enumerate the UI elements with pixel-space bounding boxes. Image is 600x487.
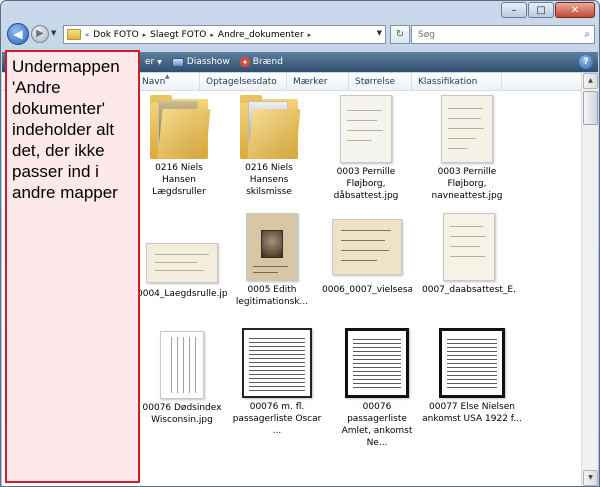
breadcrumb-separator[interactable]: ▸ [210, 31, 214, 39]
search-icon[interactable]: ⌕ [584, 29, 594, 40]
document-thumbnail [146, 243, 218, 283]
column-stoerrelse[interactable]: Størrelse [349, 73, 412, 91]
search-box[interactable]: ⌕ [411, 25, 595, 44]
file-name: 00076 passagerliste Amlet, ankomst Ne... [341, 402, 413, 448]
document-thumbnail [439, 328, 505, 398]
file-name: 00077 Else Nielsen ankomst USA 1922 f... [422, 402, 522, 424]
forward-arrow-icon[interactable]: ▶ [31, 25, 49, 43]
burn-button[interactable]: Brænd [239, 57, 283, 67]
file-item[interactable]: 0006_0007_vielsesat... [322, 213, 412, 296]
file-item[interactable]: 0004_Laegdsrulle.jpg [137, 233, 227, 300]
close-button[interactable]: ✕ [555, 2, 595, 18]
file-item[interactable]: 0005 Edith legitimationsk... [227, 213, 317, 308]
search-input[interactable] [416, 28, 566, 41]
file-item[interactable]: 0003 Pernille Fløjborg, dåbsattest.jpg [321, 95, 411, 202]
file-name: 0006_0007_vielsesat... [322, 285, 412, 295]
breadcrumb-andre-dokumenter[interactable]: Andre_dokumenter [218, 30, 304, 40]
document-thumbnail [441, 95, 493, 163]
file-name: 0216 Niels Hansen Lægdsruller [152, 163, 206, 197]
address-dropdown-icon[interactable]: ▼ [377, 29, 382, 37]
breadcrumb-slaegt-foto[interactable]: Slaegt FOTO [150, 30, 206, 40]
folder-icon [150, 95, 211, 159]
window-controls: – □ ✕ [500, 2, 595, 18]
minimize-button[interactable]: – [501, 2, 527, 18]
burn-icon [239, 57, 250, 67]
file-name: 0004_Laegdsrulle.jpg [137, 289, 227, 299]
document-thumbnail [345, 328, 409, 398]
document-thumbnail [443, 213, 495, 281]
file-item[interactable]: 0216 Niels Hansen Lægdsruller [137, 95, 221, 198]
scroll-up-icon[interactable]: ▲ [583, 73, 598, 89]
document-thumbnail [160, 331, 204, 399]
file-name: 0007_daabsattest_E... [422, 285, 516, 295]
document-thumbnail [246, 213, 298, 281]
breadcrumb-dok-foto[interactable]: Dok FOTO [93, 30, 138, 40]
file-name: 0005 Edith legitimationsk... [235, 285, 309, 307]
file-name: 0003 Pernille Fløjborg, navneattest.jpg [431, 167, 503, 201]
organize-label: er [145, 57, 155, 67]
column-optagelsesdato[interactable]: Optagelsesdato [200, 73, 287, 91]
document-thumbnail [340, 95, 392, 163]
file-name: 00076 m. fl. passagerliste Oscar ... [232, 402, 322, 436]
vertical-scrollbar[interactable]: ▲ ▼ [581, 73, 598, 486]
organize-menu[interactable]: er ▼ [145, 57, 162, 67]
portrait-photo [261, 230, 283, 258]
address-bar[interactable]: « Dok FOTO ▸ Slaegt FOTO ▸ Andre_dokumen… [63, 25, 386, 44]
folder-icon [67, 29, 81, 40]
breadcrumb-separator[interactable]: ▸ [143, 31, 147, 39]
breadcrumb-separator[interactable]: ▸ [308, 31, 312, 39]
file-item[interactable]: 0216 Niels Hansens skilsmisse [227, 95, 311, 198]
file-name: 00076 Dødsindex Wisconsin.jpg [142, 403, 222, 425]
slideshow-icon [171, 57, 184, 67]
navigation-bar: ◀ ▶ ▼ « Dok FOTO ▸ Slaegt FOTO ▸ Andre_d… [7, 23, 595, 47]
refresh-button[interactable]: ↻ [390, 25, 410, 44]
annotation-callout: Undermappen 'Andre dokumenter' indeholde… [5, 50, 140, 483]
file-item[interactable]: 0007_daabsattest_E... [422, 213, 516, 296]
column-maerker[interactable]: Mærker [287, 73, 349, 91]
file-name: 0003 Pernille Fløjborg, dåbsattest.jpg [333, 167, 399, 201]
burn-label: Brænd [252, 57, 283, 67]
scroll-thumb[interactable] [583, 91, 598, 125]
folder-icon [240, 95, 301, 159]
document-thumbnail [242, 328, 312, 398]
maximize-button[interactable]: □ [528, 2, 554, 18]
column-klassifikation[interactable]: Klassifikation [412, 73, 502, 91]
file-item[interactable]: 00076 passagerliste Amlet, ankomst Ne... [332, 328, 422, 449]
file-item[interactable]: 00077 Else Nielsen ankomst USA 1922 f... [422, 328, 522, 425]
file-item[interactable]: 00076 Dødsindex Wisconsin.jpg [137, 331, 227, 426]
history-dropdown-icon[interactable]: ▼ [51, 29, 56, 37]
slideshow-label: Diasshow [186, 57, 230, 67]
scroll-down-icon[interactable]: ▼ [583, 470, 598, 486]
help-icon[interactable]: ? [579, 55, 593, 69]
file-item[interactable]: 00076 m. fl. passagerliste Oscar ... [227, 328, 327, 437]
sort-arrow-icon: ▲ [165, 73, 170, 80]
document-thumbnail [332, 219, 402, 275]
chevron-down-icon: ▼ [157, 58, 162, 66]
slideshow-button[interactable]: Diasshow [171, 57, 230, 67]
back-arrow-icon[interactable]: ◀ [7, 23, 29, 45]
file-name: 0216 Niels Hansens skilsmisse [245, 163, 293, 197]
breadcrumb-overflow[interactable]: « [85, 31, 89, 39]
file-item[interactable]: 0003 Pernille Fløjborg, navneattest.jpg [419, 95, 515, 202]
